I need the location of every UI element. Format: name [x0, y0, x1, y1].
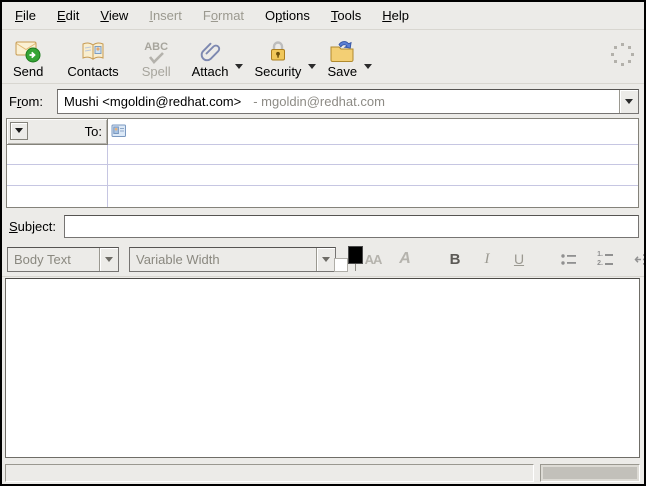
menu-format[interactable]: Format: [194, 4, 253, 27]
from-identity-select[interactable]: Mushi <mgoldin@redhat.com> - mgoldin@red…: [57, 89, 639, 114]
numbered-list-button[interactable]: 1. 2.: [593, 246, 617, 272]
spell-label: Spell: [142, 64, 171, 80]
menu-insert[interactable]: Insert: [140, 4, 191, 27]
attach-icon: [198, 34, 223, 64]
menu-help[interactable]: Help: [373, 4, 418, 27]
to-input[interactable]: [108, 119, 638, 145]
bulleted-list-icon: [560, 252, 578, 267]
numbered-list-icon: 1. 2.: [597, 251, 613, 267]
send-icon: [15, 34, 42, 64]
save-button[interactable]: Save: [322, 33, 362, 81]
recipient-type-button[interactable]: To:: [7, 119, 108, 145]
outdent-icon: [633, 252, 646, 267]
bulleted-list-button[interactable]: [557, 246, 581, 272]
contacts-icon: [80, 34, 107, 64]
security-dropdown-icon[interactable]: [308, 64, 316, 73]
outdent-button[interactable]: [631, 246, 646, 272]
menubar: File Edit View Insert Format Options Too…: [2, 2, 644, 30]
underline-button[interactable]: U: [507, 246, 531, 272]
save-label: Save: [327, 64, 357, 80]
from-identity-text: Mushi <mgoldin@redhat.com>: [64, 94, 241, 109]
paragraph-style-select[interactable]: Body Text: [7, 247, 119, 272]
paragraph-style-value: Body Text: [8, 248, 99, 271]
progress-bar: [540, 464, 640, 482]
increase-font-size-button[interactable]: A: [393, 246, 417, 272]
statusbar: [5, 464, 640, 482]
decrease-font-size-button[interactable]: AA: [361, 246, 385, 272]
chevron-down-icon: [625, 99, 633, 108]
attach-label: Attach: [192, 64, 229, 80]
from-address-note: - mgoldin@redhat.com: [253, 94, 385, 109]
menu-view[interactable]: View: [91, 4, 137, 27]
send-button[interactable]: Send: [8, 33, 48, 81]
chevron-down-icon: [105, 257, 113, 266]
security-button[interactable]: Security: [249, 33, 306, 81]
paragraph-style-arrow-button[interactable]: [99, 248, 118, 271]
attach-button[interactable]: Attach: [187, 33, 234, 81]
font-name-value: Variable Width: [130, 248, 316, 271]
from-identity-value: Mushi <mgoldin@redhat.com> - mgoldin@red…: [58, 90, 619, 113]
compose-window: File Edit View Insert Format Options Too…: [0, 0, 646, 486]
italic-button[interactable]: I: [475, 246, 499, 272]
contact-card-icon: [111, 124, 127, 138]
foreground-color-swatch: [348, 246, 363, 264]
font-name-select[interactable]: Variable Width: [129, 247, 336, 272]
menu-file[interactable]: File: [6, 4, 45, 27]
bold-button[interactable]: B: [443, 246, 467, 272]
recipient-empty-row[interactable]: [7, 165, 638, 186]
attach-dropdown-icon[interactable]: [235, 64, 243, 73]
subject-input[interactable]: [64, 215, 639, 238]
format-toolbar: Body Text Variable Width AA A B I U: [2, 242, 644, 277]
from-combo-arrow-button[interactable]: [619, 90, 638, 113]
recipient-empty-row[interactable]: [7, 186, 638, 207]
spell-check-icon: ABC: [144, 34, 168, 64]
contacts-button[interactable]: Contacts: [62, 33, 123, 81]
progress-bar-trough: [543, 467, 637, 479]
recipient-empty-row[interactable]: [7, 145, 638, 166]
send-label: Send: [13, 64, 43, 80]
save-dropdown-icon[interactable]: [364, 64, 372, 73]
menu-tools[interactable]: Tools: [322, 4, 370, 27]
color-picker-stem: [355, 264, 356, 271]
from-row: From: Mushi <mgoldin@redhat.com> - mgold…: [6, 86, 639, 116]
save-icon: [328, 34, 356, 64]
subject-row: Subject:: [6, 212, 639, 240]
activity-throbber-icon: [610, 41, 636, 67]
recipient-type-label: To:: [28, 124, 107, 139]
font-name-arrow-button[interactable]: [316, 248, 335, 271]
security-lock-icon: [266, 34, 290, 64]
menu-options[interactable]: Options: [256, 4, 319, 27]
contacts-label: Contacts: [67, 64, 118, 80]
menu-edit[interactable]: Edit: [48, 4, 88, 27]
chevron-down-icon: [15, 128, 23, 137]
background-color-swatch: [334, 258, 348, 272]
recipient-row-to: To:: [7, 119, 638, 145]
message-body[interactable]: [5, 278, 640, 458]
spell-abc-text: ABC: [144, 42, 168, 52]
subject-label: Subject:: [6, 219, 64, 234]
main-toolbar: Send Contacts ABC: [2, 31, 644, 84]
spell-button[interactable]: ABC Spell: [137, 33, 176, 81]
from-label: From:: [6, 94, 57, 109]
status-message: [5, 464, 534, 482]
recipient-type-chevron-button[interactable]: [10, 122, 28, 140]
security-label: Security: [254, 64, 301, 80]
chevron-down-icon: [322, 257, 330, 266]
recipients-grid: To:: [6, 118, 639, 208]
